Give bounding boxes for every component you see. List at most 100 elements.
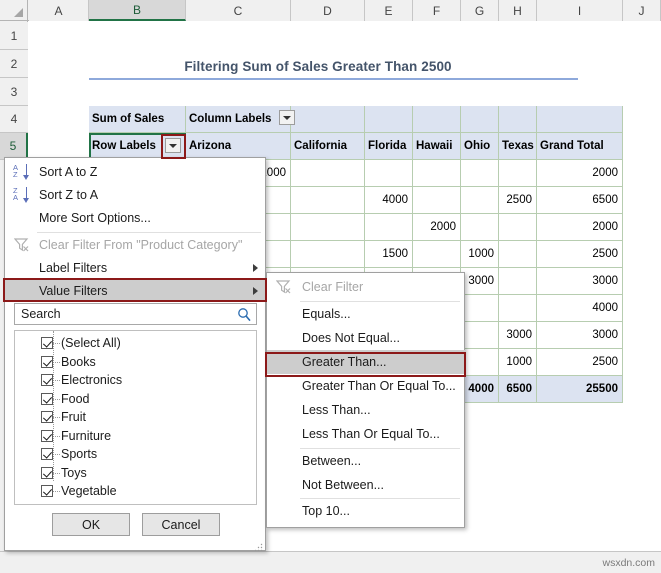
checkbox-toys[interactable] xyxy=(41,466,53,479)
pivot-data-cell xyxy=(365,214,413,241)
pivot-data-cell: 4000 xyxy=(537,295,623,322)
submenu-item-label: Does Not Equal... xyxy=(302,331,400,345)
pivot-data-cell xyxy=(499,241,537,268)
watermark: wsxdn.com xyxy=(602,557,655,569)
checkbox-books[interactable] xyxy=(41,355,53,368)
menu-item-clear-filter-from-product-category[interactable]: Clear Filter From "Product Category" xyxy=(5,233,267,256)
submenu-item-greater-than[interactable]: Greater Than... xyxy=(267,350,466,374)
pivot-col-header-california: California xyxy=(291,133,365,160)
checkbox-select-all[interactable] xyxy=(41,337,53,350)
submenu-item-not-between[interactable]: Not Between... xyxy=(267,473,466,497)
checkbox-sports[interactable] xyxy=(41,448,53,461)
search-input[interactable] xyxy=(19,305,233,323)
row-header-3[interactable]: 3 xyxy=(0,78,28,106)
page-title: Filtering Sum of Sales Greater Than 2500 xyxy=(184,58,452,74)
cancel-button[interactable]: Cancel xyxy=(142,513,220,536)
pivot-data-cell: 1000 xyxy=(461,241,499,268)
filter-checkbox-row-select-all[interactable]: (Select All) xyxy=(15,334,256,353)
column-header-f[interactable]: F xyxy=(413,0,461,21)
menu-item-label: Sort A to Z xyxy=(39,164,98,179)
submenu-item-less-than[interactable]: Less Than... xyxy=(267,398,466,422)
checkbox-electronics[interactable] xyxy=(41,374,53,387)
filter-checkbox-list[interactable]: (Select All) Books Electronics Food Fruit Fur… xyxy=(14,330,257,505)
pivot-header-spacer xyxy=(365,106,413,133)
filter-checkbox-row-electronics[interactable]: Electronics xyxy=(15,371,256,390)
row-labels-filter-button[interactable] xyxy=(165,138,181,153)
ok-button[interactable]: OK xyxy=(52,513,130,536)
pivot-data-cell xyxy=(413,160,461,187)
pivot-field-filter-dropdown[interactable]: A Z Sort A to Z Z A Sort Z to A More Sort Opti… xyxy=(4,157,267,552)
checkbox-label: Books xyxy=(61,354,96,369)
checkbox-fruit[interactable] xyxy=(41,411,53,424)
search-icon xyxy=(237,307,252,322)
checkbox-label: Electronics xyxy=(61,373,123,388)
column-header-d[interactable]: D xyxy=(291,0,365,21)
pivot-data-cell xyxy=(413,241,461,268)
menu-item-sort-a-to-z[interactable]: A Z Sort A to Z xyxy=(5,160,267,183)
submenu-separator xyxy=(300,448,460,449)
submenu-item-clear-filter[interactable]: Clear Filter xyxy=(267,275,466,299)
resize-grip[interactable] xyxy=(254,540,263,552)
column-header-a[interactable]: A xyxy=(29,0,89,21)
menu-item-label-filters[interactable]: Label Filters xyxy=(5,256,267,279)
menu-item-label: Value Filters xyxy=(39,283,108,298)
filter-checkbox-row-vegetable[interactable]: Vegetable xyxy=(15,482,256,501)
column-header-e[interactable]: E xyxy=(365,0,413,21)
pivot-col-header-grand-total: Grand Total xyxy=(537,133,623,160)
submenu-item-greater-than-or-equal-to[interactable]: Greater Than Or Equal To... xyxy=(267,374,466,398)
column-header-j[interactable]: J xyxy=(623,0,661,21)
row-header-1[interactable]: 1 xyxy=(0,22,28,50)
select-all-corner[interactable] xyxy=(0,0,28,21)
filter-checkbox-row-fruit[interactable]: Fruit xyxy=(15,408,256,427)
column-header-b[interactable]: B xyxy=(89,0,186,21)
pivot-data-cell: 1000 xyxy=(499,349,537,376)
submenu-item-between[interactable]: Between... xyxy=(267,449,466,473)
pivot-header-spacer xyxy=(461,106,499,133)
pivot-grand-total-cell: 4000 xyxy=(461,376,499,403)
submenu-item-does-not-equal[interactable]: Does Not Equal... xyxy=(267,326,466,350)
submenu-separator xyxy=(300,301,460,302)
checkbox-furniture[interactable] xyxy=(41,429,53,442)
filter-checkbox-row-food[interactable]: Food xyxy=(15,390,256,409)
menu-item-sort-z-to-a[interactable]: Z A Sort Z to A xyxy=(5,183,267,206)
pivot-data-cell xyxy=(461,295,499,322)
sort-descending-icon: ZA xyxy=(13,186,33,203)
pivot-grand-total-cell: 6500 xyxy=(499,376,537,403)
menu-item-label: More Sort Options... xyxy=(39,210,151,225)
tree-connector xyxy=(53,380,60,381)
chevron-down-icon xyxy=(169,143,177,148)
tree-connector xyxy=(53,491,60,492)
pivot-data-cell: 2500 xyxy=(537,241,623,268)
column-header-g[interactable]: G xyxy=(461,0,499,21)
pivot-column-labels-header: Column Labels xyxy=(186,106,291,133)
submenu-item-less-than-or-equal-to[interactable]: Less Than Or Equal To... xyxy=(267,422,466,446)
filter-checkbox-row-furniture[interactable]: Furniture xyxy=(15,427,256,446)
column-header-h[interactable]: H xyxy=(499,0,537,21)
filter-checkbox-row-books[interactable]: Books xyxy=(15,353,256,372)
pivot-header-spacer xyxy=(499,106,537,133)
value-filters-submenu[interactable]: Clear Filter Equals... Does Not Equal... Gr… xyxy=(266,272,466,528)
chevron-down-icon xyxy=(283,115,291,120)
filter-checkbox-row-sports[interactable]: Sports xyxy=(15,445,256,464)
submenu-item-equals[interactable]: Equals... xyxy=(267,302,466,326)
filter-search-box[interactable] xyxy=(14,303,257,325)
row-header-5[interactable]: 5 xyxy=(0,133,28,160)
column-header-i[interactable]: I xyxy=(537,0,623,21)
submenu-item-top-10[interactable]: Top 10... xyxy=(267,499,466,523)
menu-item-value-filters[interactable]: Value Filters xyxy=(5,279,267,302)
row-header-2[interactable]: 2 xyxy=(0,50,28,78)
pivot-data-cell xyxy=(461,349,499,376)
pivot-data-cell: 2500 xyxy=(537,349,623,376)
row-header-4[interactable]: 4 xyxy=(0,106,28,133)
submenu-arrow-icon xyxy=(253,286,258,295)
checkbox-vegetable[interactable] xyxy=(41,485,53,498)
pivot-data-cell: 1500 xyxy=(365,241,413,268)
title-rule xyxy=(89,78,578,80)
column-labels-filter-button[interactable] xyxy=(279,110,295,125)
checkbox-label: Sports xyxy=(61,447,98,462)
submenu-item-label: Between... xyxy=(302,454,362,468)
checkbox-food[interactable] xyxy=(41,392,53,405)
column-header-c[interactable]: C xyxy=(186,0,291,21)
filter-checkbox-row-toys[interactable]: Toys xyxy=(15,464,256,483)
menu-item-more-sort-options[interactable]: More Sort Options... xyxy=(5,206,267,229)
